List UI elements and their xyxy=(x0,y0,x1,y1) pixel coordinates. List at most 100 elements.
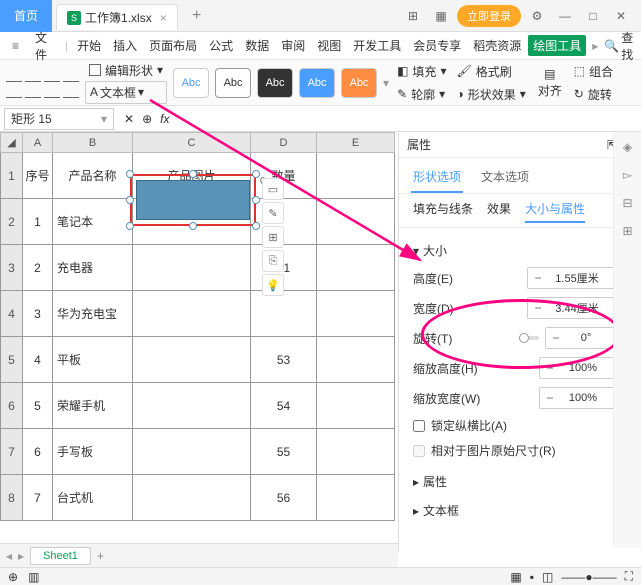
cell[interactable]: 华为充电宝 xyxy=(53,291,133,337)
cell[interactable] xyxy=(317,199,395,245)
textbox-button[interactable]: A文本框▾ xyxy=(85,81,167,104)
float-edit-icon[interactable]: ✎ xyxy=(262,202,284,224)
zoom-slider[interactable]: ——●—— xyxy=(561,570,616,584)
menu-file[interactable]: 文件 xyxy=(27,27,61,65)
style-preset-1[interactable]: Abc xyxy=(173,68,209,98)
cell[interactable]: 笔记本 xyxy=(53,199,133,245)
fx-icon[interactable]: fx xyxy=(160,112,169,126)
menu-resources[interactable]: 稻壳资源 xyxy=(468,35,526,56)
line-icon[interactable] xyxy=(25,68,41,82)
rectangle-shape[interactable] xyxy=(136,180,250,220)
resize-handle[interactable] xyxy=(252,196,260,204)
view-normal-icon[interactable]: ▦ xyxy=(510,570,521,584)
selected-shape[interactable] xyxy=(130,174,256,226)
scale-h-input[interactable] xyxy=(560,358,606,378)
cell[interactable] xyxy=(251,291,317,337)
cell[interactable]: 1 xyxy=(23,199,53,245)
cell[interactable]: 55 xyxy=(251,429,317,475)
col-header-d[interactable]: D xyxy=(251,133,317,153)
line-icon[interactable] xyxy=(6,84,22,98)
tab-workbook[interactable]: S 工作簿1.xlsx × xyxy=(56,4,178,30)
cell[interactable]: 2 xyxy=(23,245,53,291)
subtab-size[interactable]: 大小与属性 xyxy=(525,200,585,223)
cell[interactable]: 台式机 xyxy=(53,475,133,521)
rotate-button[interactable]: ↻旋转 xyxy=(572,84,615,105)
menu-pagelayout[interactable]: 页面布局 xyxy=(144,35,202,56)
overflow-icon[interactable]: ▸ xyxy=(588,39,602,53)
cell[interactable]: 53 xyxy=(251,337,317,383)
group-button[interactable]: ⬚组合 xyxy=(572,61,615,82)
fill-button[interactable]: ◧填充▾ xyxy=(395,61,448,82)
float-image-icon[interactable]: ⊞ xyxy=(262,226,284,248)
size-section-header[interactable]: ▾大小 xyxy=(413,242,627,259)
cell[interactable] xyxy=(133,245,251,291)
style-preset-3[interactable]: Abc xyxy=(257,68,293,98)
rotate-input[interactable] xyxy=(566,328,606,348)
height-input[interactable] xyxy=(548,268,606,288)
cell[interactable] xyxy=(133,291,251,337)
lock-ratio-checkbox[interactable] xyxy=(413,420,425,432)
float-layout-icon[interactable]: ▭ xyxy=(262,178,284,200)
view-page-icon[interactable]: ▪ xyxy=(530,570,534,584)
scale-w-input[interactable] xyxy=(560,388,606,408)
style-more-icon[interactable]: ▾ xyxy=(383,76,389,90)
style-preset-5[interactable]: Abc xyxy=(341,68,377,98)
cell[interactable]: 产品名称 xyxy=(53,153,133,199)
cell[interactable]: 序号 xyxy=(23,153,53,199)
cell[interactable]: 充电器 xyxy=(53,245,133,291)
rail-select-icon[interactable]: ▻ xyxy=(619,166,637,184)
row-header[interactable]: 1 xyxy=(1,153,23,199)
row-header[interactable]: 8 xyxy=(1,475,23,521)
menu-devtools[interactable]: 开发工具 xyxy=(348,35,406,56)
subtab-effect[interactable]: 效果 xyxy=(487,200,511,223)
cell[interactable] xyxy=(317,291,395,337)
menu-vip[interactable]: 会员专享 xyxy=(408,35,466,56)
width-spinner[interactable]: − + xyxy=(527,297,627,319)
line-icon[interactable] xyxy=(63,68,79,82)
sheet-nav-prev[interactable]: ◂ xyxy=(6,549,12,563)
cell[interactable]: 手写板 xyxy=(53,429,133,475)
col-header-b[interactable]: B xyxy=(53,133,133,153)
cell[interactable]: 54 xyxy=(251,383,317,429)
line-icon[interactable] xyxy=(63,84,79,98)
menu-drawing-tools[interactable]: 绘图工具 xyxy=(528,35,586,56)
col-header-c[interactable]: C xyxy=(133,133,251,153)
style-preset-2[interactable]: Abc xyxy=(215,68,251,98)
close-icon[interactable]: ✕ xyxy=(609,4,633,28)
status-icon[interactable]: ▥ xyxy=(28,570,39,584)
float-idea-icon[interactable]: 💡 xyxy=(262,274,284,296)
cell[interactable] xyxy=(317,153,395,199)
add-tab-button[interactable]: + xyxy=(184,3,210,29)
fullscreen-icon[interactable]: ⛶ xyxy=(625,569,633,584)
cell[interactable]: 4 xyxy=(23,337,53,383)
decrement-button[interactable]: − xyxy=(546,328,566,348)
shape-effect-button[interactable]: ◑形状效果▾ xyxy=(454,84,527,105)
cell[interactable] xyxy=(317,245,395,291)
float-copy-icon[interactable]: ⎘ xyxy=(262,250,284,272)
row-header[interactable]: 2 xyxy=(1,199,23,245)
cell[interactable]: 7 xyxy=(23,475,53,521)
edit-shape-button[interactable]: 编辑形状▾ xyxy=(85,62,167,79)
decrement-button[interactable]: − xyxy=(540,358,560,378)
menu-insert[interactable]: 插入 xyxy=(108,35,142,56)
subtab-fill[interactable]: 填充与线条 xyxy=(413,200,473,223)
select-all-corner[interactable]: ◢ xyxy=(1,133,23,153)
rail-settings-icon[interactable]: ⊞ xyxy=(619,222,637,240)
style-preset-4[interactable]: Abc xyxy=(299,68,335,98)
cell[interactable] xyxy=(133,429,251,475)
col-header-e[interactable]: E xyxy=(317,133,395,153)
menu-review[interactable]: 审阅 xyxy=(276,35,310,56)
row-header[interactable]: 7 xyxy=(1,429,23,475)
cell[interactable] xyxy=(133,383,251,429)
view-layout-icon[interactable]: ◫ xyxy=(542,570,553,584)
cell[interactable] xyxy=(317,429,395,475)
menu-data[interactable]: 数据 xyxy=(240,35,274,56)
cell[interactable]: 6 xyxy=(23,429,53,475)
cell[interactable]: 平板 xyxy=(53,337,133,383)
decrement-button[interactable]: − xyxy=(540,388,560,408)
cell[interactable]: 荣耀手机 xyxy=(53,383,133,429)
cell[interactable]: 56 xyxy=(251,475,317,521)
sheet-tab[interactable]: Sheet1 xyxy=(30,547,91,565)
outline-button[interactable]: ✎轮廓▾ xyxy=(395,84,448,105)
line-icon[interactable] xyxy=(6,68,22,82)
